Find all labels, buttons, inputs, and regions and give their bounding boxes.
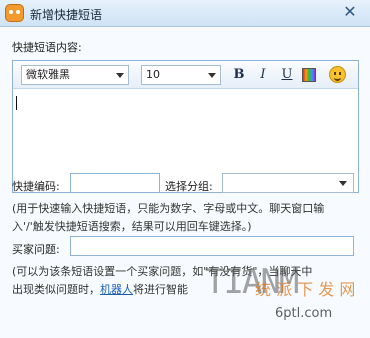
code-hint-line-2: 入'/'触发快捷短语搜索，结果可以用回车键选择。)	[12, 220, 252, 233]
code-hint-line-1: (用于快速输入快捷短语，只能为数字、字母或中文。聊天窗口输	[12, 202, 325, 215]
watermark-cn-text: 统 派 下 发 网	[255, 280, 356, 299]
font-family-select[interactable]: 微软雅黑	[21, 65, 129, 85]
robot-link[interactable]: 机器人	[100, 283, 133, 296]
bold-button[interactable]: B	[230, 66, 248, 84]
chevron-down-icon	[208, 73, 216, 78]
app-logo-icon	[5, 4, 24, 22]
chevron-down-icon	[116, 73, 124, 78]
watermark-url-text: 6ptl.com	[275, 306, 333, 321]
buyer-hint-text-b: 将进行智能	[133, 283, 188, 296]
window-title: 新增快捷短语	[30, 8, 103, 22]
font-family-value: 微软雅黑	[26, 68, 70, 81]
code-input[interactable]	[70, 173, 160, 193]
close-button[interactable]: ✕	[340, 2, 360, 22]
underline-button[interactable]: U	[278, 66, 296, 84]
group-label: 选择分组:	[165, 180, 213, 193]
code-label: 快捷编码:	[12, 180, 60, 193]
chevron-down-icon	[339, 181, 347, 186]
buyer-question-input[interactable]	[70, 236, 354, 256]
content-label: 快捷短语内容:	[12, 41, 82, 54]
italic-button[interactable]: I	[254, 66, 272, 84]
format-toolbar: 微软雅黑 10 B I U	[13, 61, 358, 89]
emoji-icon[interactable]	[329, 66, 346, 83]
group-select[interactable]	[222, 173, 354, 193]
title-bar: 新增快捷短语 ✕	[0, 0, 370, 27]
buyer-hint-text-a: 出现类似问题时，	[12, 283, 100, 296]
font-size-value: 10	[146, 68, 160, 81]
text-color-icon[interactable]	[302, 68, 316, 82]
font-size-select[interactable]: 10	[141, 65, 221, 85]
text-caret	[16, 96, 17, 110]
code-hint: (用于快速输入快捷短语，只能为数字、字母或中文。聊天窗口输 入'/'触发快捷短语…	[12, 200, 324, 236]
buyer-question-label: 买家问题:	[12, 243, 60, 256]
